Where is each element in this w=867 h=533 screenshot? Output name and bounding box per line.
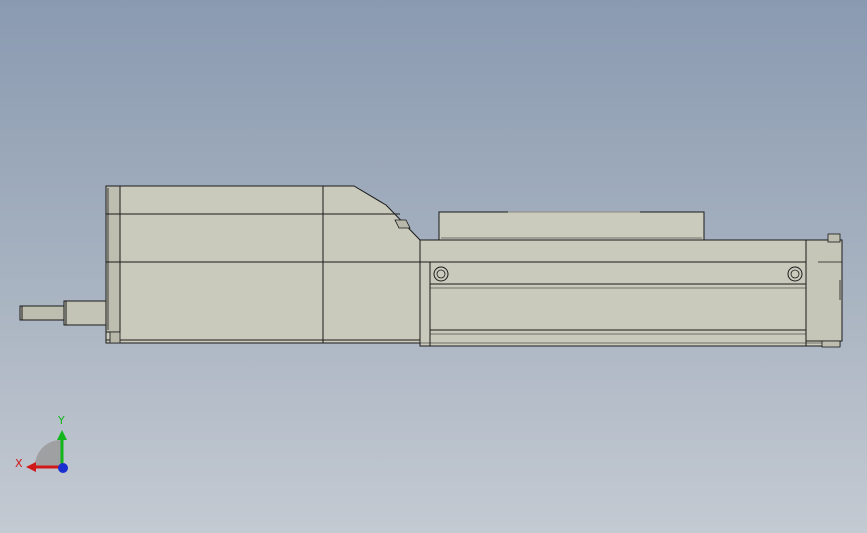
rail-body xyxy=(419,239,841,347)
actuator-model[interactable] xyxy=(0,0,867,533)
slider-table xyxy=(438,211,705,241)
screw-left xyxy=(433,266,449,282)
end-cap xyxy=(805,233,843,348)
z-axis-dot-icon xyxy=(58,463,68,473)
motor-cable xyxy=(19,300,109,326)
axis-y-label: Y xyxy=(58,414,65,427)
motor-housing xyxy=(105,185,421,344)
screw-right xyxy=(787,266,803,282)
axis-x-label: X xyxy=(15,457,23,470)
orientation-triad[interactable] xyxy=(26,430,68,473)
triad-plane-icon xyxy=(35,440,61,466)
cad-viewport[interactable]: X Y xyxy=(0,0,867,533)
